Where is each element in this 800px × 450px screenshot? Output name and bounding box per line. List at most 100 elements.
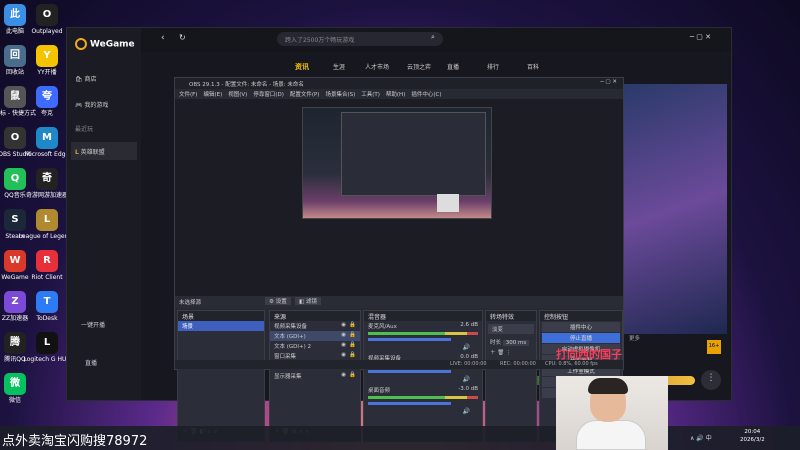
wegame-tabs: 资讯 生涯 人才市场 云顶之弈 直播 排行 百科 [141, 62, 731, 76]
sources-dock-title: 来源 [270, 311, 360, 321]
desktop-app-icon: 奇 [36, 168, 58, 190]
obs-window-controls[interactable]: ─ ▢ ✕ [600, 79, 617, 85]
tab-wiki[interactable]: 百科 [527, 62, 539, 71]
visibility-icon[interactable]: ◉ [341, 322, 346, 328]
nav-live[interactable]: 直播 [85, 358, 97, 367]
desktop-app-icon: L [36, 332, 58, 354]
speaker-icon[interactable]: 🔊 [463, 376, 470, 383]
mixer-channel: 桌面音频 -3.0 dB 🔊 [364, 385, 482, 417]
filters-button[interactable]: ◧ 滤镜 [295, 297, 321, 305]
obs-menu-item[interactable]: 文件(F) [179, 90, 197, 98]
properties-button[interactable]: ⚙ 设置 [265, 297, 291, 305]
lock-icon[interactable]: 🔒 [349, 372, 356, 378]
nav-live-start[interactable]: 一键开播 [81, 320, 105, 329]
lock-icon[interactable]: 🔒 [349, 352, 356, 358]
desktop-app-icon: Y [36, 45, 58, 67]
sources-dock: 来源 视频采集设备 ◉ 🔒 文本 (GDI+) ◉ 🔒 文本 (GDI+) 2 ◉ 🔒 窗口采集 ◉… [269, 310, 361, 442]
source-item[interactable]: 显示器采集 ◉ 🔒 [270, 371, 360, 381]
transition-select[interactable]: 淡变 [488, 324, 534, 334]
preview-webcam [437, 194, 459, 212]
obs-menu-item[interactable]: 工具(T) [361, 90, 380, 98]
tab-news[interactable]: 资讯 [295, 62, 309, 72]
mixer-channel: 麦克风/Aux 2.6 dB 🔊 [364, 321, 482, 353]
tab-rank[interactable]: 排行 [487, 62, 499, 71]
hero-banner [622, 84, 727, 334]
scene-item[interactable]: 场景 [178, 321, 264, 331]
speaker-icon[interactable]: 🔊 [463, 344, 470, 351]
obs-menu-item[interactable]: 帮助(H) [386, 90, 405, 98]
control-button[interactable]: 插件中心 [542, 322, 620, 332]
obs-menu-item[interactable]: 配置文件(P) [290, 90, 320, 98]
lock-icon[interactable]: 🔒 [349, 342, 356, 348]
taskbar-tray: ∧ 🔊 中 [690, 435, 712, 442]
transition-duration[interactable]: 时长 300 ms [486, 337, 536, 347]
nav-recent-heading: 最近玩 [75, 126, 94, 133]
obs-menu-item[interactable]: 视图(V) [228, 90, 247, 98]
visibility-icon[interactable]: ◉ [341, 372, 346, 378]
volume-meter [368, 396, 478, 399]
more-menu-button[interactable]: ⋮ [701, 370, 721, 390]
preview-capture [302, 107, 492, 219]
age-badge: 16+ [707, 340, 721, 354]
tab-tft[interactable]: 云顶之弈 [407, 62, 431, 71]
desktop-app-icon: R [36, 250, 58, 272]
obs-menubar: 文件(F) 编辑(E) 视图(V) 停靠窗口(D) 配置文件(P) 场景集合(S) 工具(T… [175, 89, 623, 99]
source-item[interactable]: 文本 (GDI+) 2 ◉ 🔒 [270, 341, 360, 351]
volume-meter [368, 332, 478, 335]
obs-menu-item[interactable]: 插件中心(C) [411, 90, 441, 98]
desktop-app-icon: L [36, 209, 58, 231]
transition-toolbar: ＋ 🗑 ⋮ [490, 350, 512, 356]
source-item-label: 视频采集设备 [274, 324, 308, 330]
lock-icon[interactable]: 🔒 [349, 332, 356, 338]
desktop-icon-label: 微信 [8, 397, 21, 404]
tab-career[interactable]: 生涯 [333, 62, 345, 71]
taskbar-clock[interactable]: 20:04 2026/3/2 [740, 429, 765, 444]
speaker-icon[interactable]: 🔊 [463, 408, 470, 415]
mixer-channel-header: 麦克风/Aux 2.6 dB [364, 321, 482, 331]
obs-preview[interactable] [175, 99, 623, 296]
volume-slider[interactable] [368, 402, 451, 405]
source-item-label: 文本 (GDI+) 2 [274, 344, 312, 350]
window-controls[interactable]: ─ ▢ ✕ [690, 33, 711, 41]
obs-menu-item[interactable]: 停靠窗口(D) [253, 90, 284, 98]
nav-my-games[interactable]: 🎮 我的游戏 [75, 100, 108, 109]
volume-slider[interactable] [368, 338, 451, 341]
sources-list: 视频采集设备 ◉ 🔒 文本 (GDI+) ◉ 🔒 文本 (GDI+) 2 ◉ 🔒 窗口采集 ◉ 🔒 显示… [270, 321, 360, 381]
volume-slider[interactable] [368, 370, 451, 373]
mixer-dock: 混音器 麦克风/Aux 2.6 dB 🔊 视频采集设备 0.0 dB 🔊 桌面音频 -3.0 … [363, 310, 483, 442]
wegame-logo-icon [75, 38, 87, 50]
visibility-icon[interactable]: ◉ [341, 352, 346, 358]
mixer-channel: 视频采集设备 0.0 dB 🔊 [364, 353, 482, 385]
lock-icon[interactable]: 🔒 [349, 322, 356, 328]
transitions-dock-title: 转场特效 [486, 311, 536, 321]
scenes-dock-title: 场景 [178, 311, 264, 321]
mixer-channel-header: 桌面音频 -3.0 dB [364, 385, 482, 395]
visibility-icon[interactable]: ◉ [341, 342, 346, 348]
wegame-sidebar: WeGame 🛍 商店 🎮 我的游戏 最近玩 L 英雄联盟 一键开播 直播 [67, 28, 141, 400]
source-item[interactable]: 文本 (GDI+) ◉ 🔒 [270, 331, 360, 341]
more-link[interactable]: 更多 [629, 334, 640, 342]
mixer-channel-name: 桌面音频 [368, 388, 391, 394]
back-icon[interactable]: ‹ [161, 33, 165, 43]
source-item[interactable]: 视频采集设备 ◉ 🔒 [270, 321, 360, 331]
control-button[interactable]: 停止直播 [542, 333, 620, 343]
refresh-icon[interactable]: ↻ [179, 33, 186, 42]
visibility-icon[interactable]: ◉ [341, 332, 346, 338]
mixer-channel-db: 2.6 dB [460, 322, 478, 328]
mixer-channel-db: -3.0 dB [458, 386, 478, 392]
nav-store[interactable]: 🛍 商店 [75, 74, 97, 83]
status-live: LIVE: 00:00:00 [450, 361, 487, 367]
nav-current-game[interactable]: L 英雄联盟 [71, 142, 137, 160]
tab-talent[interactable]: 人才市场 [365, 62, 389, 71]
desktop-app-icon: 微 [4, 373, 26, 395]
search-icon[interactable]: ⌕ [431, 33, 435, 42]
desktop-icon[interactable]: 微微信 [0, 373, 44, 404]
desktop-app-icon: T [36, 291, 58, 313]
obs-menu-item[interactable]: 编辑(E) [203, 90, 222, 98]
status-rec: REC: 00:00:00 [500, 361, 536, 367]
mixer-channels: 麦克风/Aux 2.6 dB 🔊 视频采集设备 0.0 dB 🔊 桌面音频 -3.0 dB 🔊 [364, 321, 482, 417]
tab-live[interactable]: 直播 [447, 62, 459, 71]
search-input[interactable]: 跨入了2500万个畅玩游戏 [277, 32, 443, 46]
obs-menu-item[interactable]: 场景集合(S) [325, 90, 355, 98]
stream-overlay-text: 点外卖淘宝闪购搜78972 [2, 434, 148, 449]
